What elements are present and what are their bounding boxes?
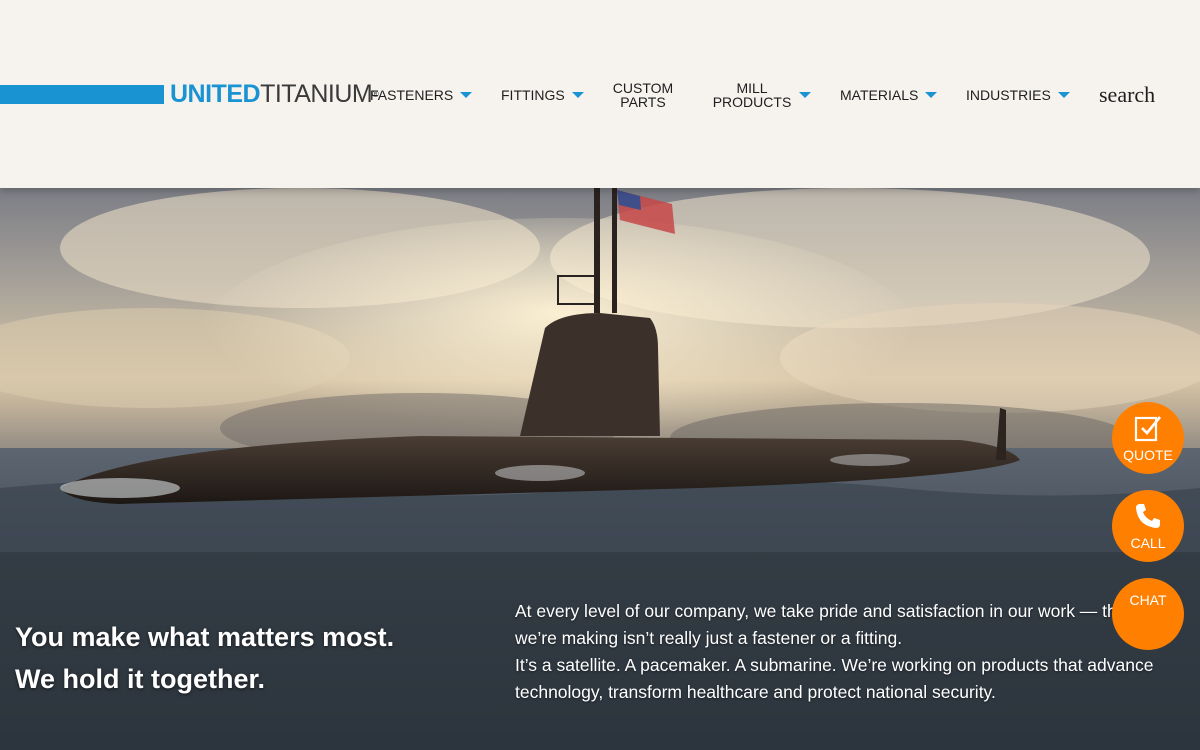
- call-label: CALL: [1130, 535, 1166, 551]
- hero-body-paragraph-2: It’s a satellite. A pacemaker. A submari…: [515, 655, 1154, 702]
- search-button[interactable]: search: [1099, 80, 1155, 110]
- hero-headline-line-2: We hold it together.: [15, 664, 266, 694]
- quote-label: QUOTE: [1123, 447, 1173, 463]
- nav-mill-products[interactable]: MILL PRODUCTS: [712, 80, 811, 110]
- logo-united: UNITED: [170, 80, 261, 108]
- caret-down-icon: [571, 92, 584, 98]
- logo-titanium: TITANIUM: [260, 80, 373, 108]
- nav-materials-label: MATERIALS: [840, 87, 919, 103]
- nav-materials[interactable]: MATERIALS: [840, 80, 938, 110]
- hero-banner: You make what matters most. We hold it t…: [0, 188, 1200, 750]
- logo[interactable]: UNITEDTITANIUM®: [170, 80, 379, 108]
- hero-headline-line-1: You make what matters most.: [15, 622, 395, 652]
- nav-custom-parts[interactable]: CUSTOM PARTS: [603, 80, 683, 110]
- nav-fittings-label: FITTINGS: [501, 87, 565, 103]
- chat-button[interactable]: CHAT: [1112, 578, 1184, 650]
- site-header: UNITEDTITANIUM® FASTENERS FITTINGS CUSTO…: [0, 0, 1200, 188]
- caret-down-icon: [1057, 92, 1070, 98]
- caret-down-icon: [925, 92, 938, 98]
- nav-industries[interactable]: INDUSTRIES: [966, 80, 1070, 110]
- caret-down-icon: [799, 92, 811, 98]
- call-button[interactable]: CALL: [1112, 490, 1184, 562]
- hero-headline: You make what matters most. We hold it t…: [15, 616, 495, 700]
- hero-body-paragraph-1: At every level of our company, we take p…: [515, 601, 1174, 648]
- nav-custom-parts-label: CUSTOM PARTS: [612, 80, 674, 110]
- quote-icon: [1134, 416, 1162, 442]
- nav-industries-label: INDUSTRIES: [966, 87, 1051, 103]
- hero-body-text: At every level of our company, we take p…: [515, 598, 1185, 706]
- phone-icon: [1136, 504, 1160, 528]
- nav-fasteners[interactable]: FASTENERS: [370, 80, 473, 110]
- logo-accent-bar: [0, 85, 164, 104]
- nav-mill-products-label: MILL PRODUCTS: [712, 80, 792, 110]
- chat-label: CHAT: [1129, 592, 1167, 608]
- quote-button[interactable]: QUOTE: [1112, 402, 1184, 474]
- nav-fasteners-label: FASTENERS: [370, 87, 454, 103]
- nav-fittings[interactable]: FITTINGS: [501, 80, 584, 110]
- caret-down-icon: [460, 92, 473, 98]
